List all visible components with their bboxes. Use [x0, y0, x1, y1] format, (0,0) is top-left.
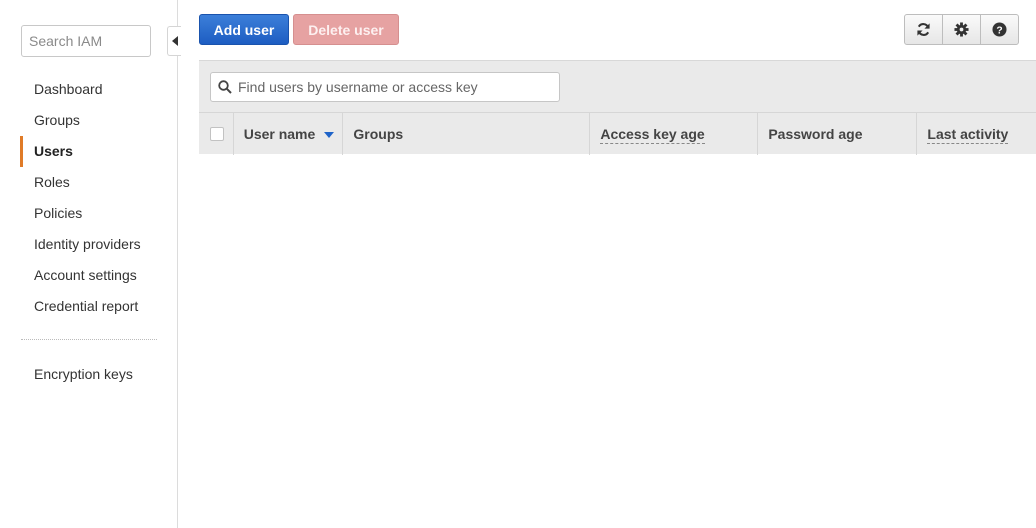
sidebar-item-dashboard[interactable]: Dashboard — [20, 74, 160, 105]
sidebar-item-groups[interactable]: Groups — [20, 105, 160, 136]
column-label-user-name: User name — [243, 126, 316, 142]
sidebar: Dashboard Groups Users Roles Policies Id… — [0, 0, 178, 528]
column-label-password-age: Password age — [768, 126, 863, 142]
sidebar-item-users[interactable]: Users — [20, 136, 160, 167]
add-user-button[interactable]: Add user — [199, 14, 289, 45]
users-table-panel: User name Groups Access key age Password… — [199, 60, 1036, 155]
sidebar-item-encryption-keys[interactable]: Encryption keys — [20, 359, 160, 390]
collapse-sidebar-button[interactable] — [167, 26, 181, 56]
column-header-user-name[interactable]: User name — [234, 113, 344, 155]
svg-text:?: ? — [996, 25, 1002, 36]
column-header-last-activity[interactable]: Last activity — [917, 113, 1036, 155]
select-all-checkbox[interactable] — [210, 127, 224, 141]
column-header-groups[interactable]: Groups — [343, 113, 591, 155]
sort-descending-icon — [324, 132, 335, 138]
settings-button[interactable] — [942, 14, 981, 45]
help-icon: ? — [992, 22, 1007, 37]
chevron-left-icon — [171, 36, 178, 46]
gear-icon — [954, 22, 969, 37]
search-iam-input[interactable] — [21, 25, 151, 57]
toolbar-icon-group: ? — [904, 14, 1019, 45]
select-all-cell — [199, 113, 234, 155]
find-users-input[interactable] — [238, 79, 548, 95]
column-label-last-activity: Last activity — [927, 126, 1009, 144]
search-icon — [218, 80, 232, 94]
sidebar-secondary-nav: Encryption keys — [20, 359, 160, 390]
sidebar-item-policies[interactable]: Policies — [20, 198, 160, 229]
column-label-groups: Groups — [353, 126, 404, 142]
table-header: User name Groups Access key age Password… — [199, 112, 1036, 155]
delete-user-button[interactable]: Delete user — [293, 14, 399, 45]
refresh-button[interactable] — [904, 14, 943, 45]
column-label-access-key-age: Access key age — [600, 126, 705, 144]
help-button[interactable]: ? — [980, 14, 1019, 45]
refresh-icon — [917, 23, 930, 36]
column-header-access-key-age[interactable]: Access key age — [590, 113, 759, 155]
sidebar-divider — [21, 339, 157, 340]
sidebar-item-credential-report[interactable]: Credential report — [20, 291, 160, 322]
column-header-password-age[interactable]: Password age — [758, 113, 918, 155]
sidebar-item-account-settings[interactable]: Account settings — [20, 260, 160, 291]
sidebar-nav: Dashboard Groups Users Roles Policies Id… — [20, 74, 160, 322]
sidebar-item-identity-providers[interactable]: Identity providers — [20, 229, 160, 260]
sidebar-item-roles[interactable]: Roles — [20, 167, 160, 198]
user-filter-box — [210, 72, 560, 102]
